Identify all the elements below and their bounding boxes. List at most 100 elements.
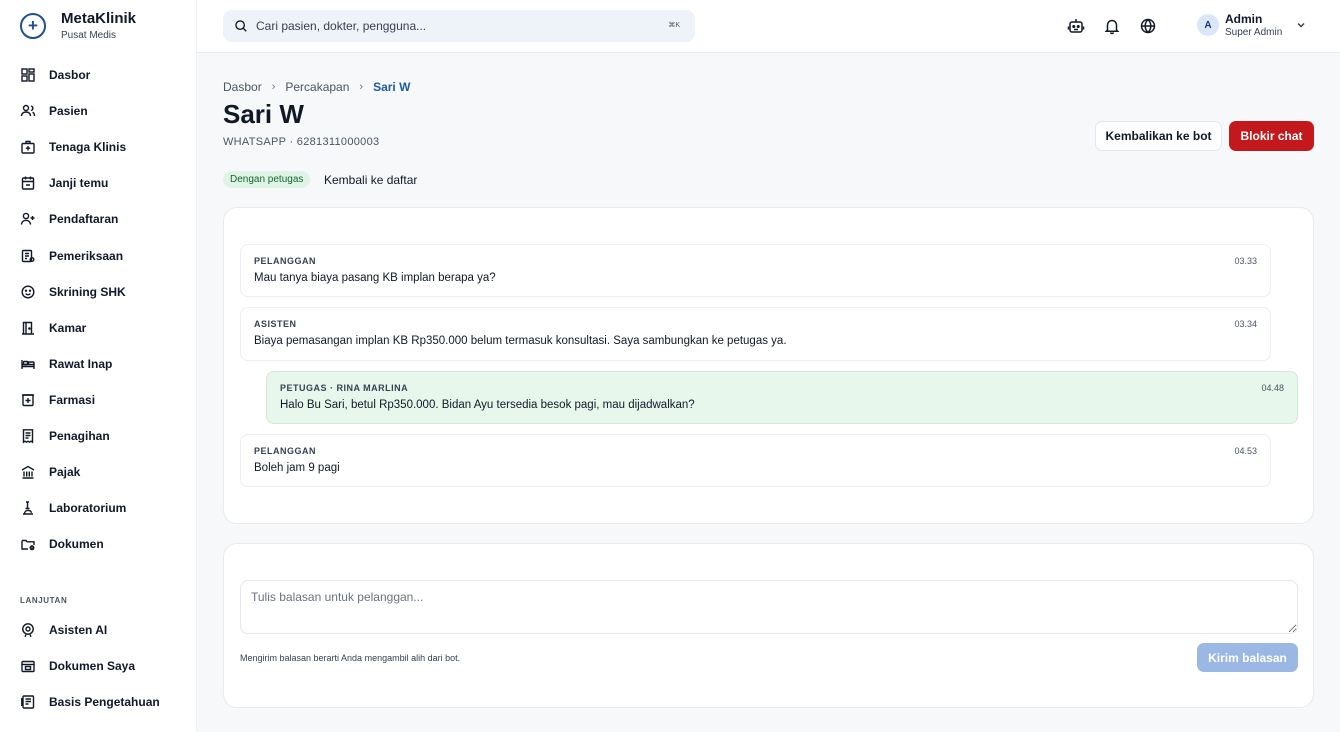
bed-icon xyxy=(21,359,35,369)
sidebar-item-tenaga-klinis[interactable]: Tenaga Klinis xyxy=(0,129,196,165)
sidebar-item-pajak[interactable]: Pajak xyxy=(0,454,196,490)
sidebar-item-dokumen-saya[interactable]: Dokumen Saya xyxy=(0,648,196,684)
breadcrumb-current: Sari W xyxy=(373,80,411,94)
sidebar-item-label: Pajak xyxy=(49,465,81,480)
sidebar-section-label: LANJUTAN xyxy=(20,596,68,605)
send-reply-button[interactable]: Kirim balasan xyxy=(1197,643,1298,672)
back-to-list-link[interactable]: Kembali ke daftar xyxy=(324,173,417,187)
sidebar-item-label: Skrining SHK xyxy=(49,284,126,299)
sidebar-item-label: Pemeriksaan xyxy=(49,248,124,263)
sidebar-item-label: Pendaftaran xyxy=(49,212,119,227)
message-customer: PELANGGAN 03.33 Mau tanya biaya pasang K… xyxy=(240,244,1271,297)
reply-textarea[interactable] xyxy=(240,580,1298,634)
sidebar-item-label: Basis Pengetahuan xyxy=(49,695,160,710)
globe-icon[interactable] xyxy=(1139,17,1157,35)
sidebar-item-pendaftaran[interactable]: Pendaftaran xyxy=(0,201,196,237)
conversation-card: PELANGGAN 03.33 Mau tanya biaya pasang K… xyxy=(223,207,1314,524)
calendar-icon xyxy=(21,176,35,191)
search-icon xyxy=(235,20,247,32)
message-text: Mau tanya biaya pasang KB implan berapa … xyxy=(254,272,496,284)
sidebar-item-label: Dokumen xyxy=(49,537,104,552)
sidebar-item-label: Pasien xyxy=(49,104,88,119)
sidebar-item-label: Kamar xyxy=(49,320,87,335)
message-assistant: ASISTEN 03.34 Biaya pemasangan implan KB… xyxy=(240,307,1271,361)
sidebar-item-label: Penagihan xyxy=(49,428,110,443)
sidebar-item-label: Janji temu xyxy=(49,176,109,191)
page-subtitle: WHATSAPP · 6281311000003 xyxy=(223,136,380,148)
dashboard-icon xyxy=(21,68,35,82)
page-title: Sari W xyxy=(223,99,304,129)
search-shortcut-hint: ⌘K xyxy=(668,22,680,29)
sidebar-item-dasbor[interactable]: Dasbor xyxy=(0,57,196,93)
sidebar-item-rawat-inap[interactable]: Rawat Inap xyxy=(0,346,196,382)
microscope-icon xyxy=(23,501,33,515)
folder-icon xyxy=(21,540,35,551)
sidebar-item-farmasi[interactable]: Farmasi xyxy=(0,382,196,418)
sidebar-item-label: Rawat Inap xyxy=(49,356,113,371)
message-time: 03.33 xyxy=(1234,256,1257,266)
sidebar-item-basis-pengetahuan[interactable]: Basis Pengetahuan xyxy=(0,684,196,720)
search-box[interactable]: ⌘K xyxy=(223,10,695,42)
ai-icon xyxy=(22,623,34,638)
chevron-down-icon xyxy=(1297,22,1305,28)
message-time: 04.48 xyxy=(1261,383,1284,393)
breadcrumb-dasbor[interactable]: Dasbor xyxy=(223,80,262,94)
message-time: 04.53 xyxy=(1234,446,1257,456)
sidebar-item-penagihan[interactable]: Penagihan xyxy=(0,418,196,454)
clipboard-icon xyxy=(21,249,35,262)
brand-name: MetaKlinik xyxy=(61,10,137,27)
search-input[interactable] xyxy=(256,19,656,33)
plus-circle-logo-icon: + xyxy=(20,12,46,39)
message-text: Boleh jam 9 pagi xyxy=(254,462,340,474)
sidebar-item-skrining-shk[interactable]: Skrining SHK xyxy=(0,274,196,310)
reply-hint: Mengirim balasan berarti Anda mengambil … xyxy=(240,653,461,663)
sidebar-item-pasien[interactable]: Pasien xyxy=(0,93,196,129)
message-text: Biaya pemasangan implan KB Rp350.000 bel… xyxy=(254,335,787,347)
status-badge: Dengan petugas xyxy=(223,171,311,188)
bank-icon xyxy=(21,465,35,479)
sidebar-advanced-nav: Asisten AI Dokumen Saya Basis Pengetahua… xyxy=(0,612,196,720)
sidebar-item-label: Dokumen Saya xyxy=(49,659,136,674)
knowledge-base-icon xyxy=(21,695,35,709)
users-icon xyxy=(20,104,36,117)
chevron-right-icon: › xyxy=(359,81,364,93)
sidebar-item-asisten-ai[interactable]: Asisten AI xyxy=(0,612,196,648)
medical-bag-icon xyxy=(21,141,35,154)
brand[interactable]: + MetaKlinik Pusat Medis xyxy=(20,10,136,41)
sidebar-item-kamar[interactable]: Kamar xyxy=(0,310,196,346)
message-sender: PETUGAS · RINA MARLINA xyxy=(280,383,409,393)
message-sender: PELANGGAN xyxy=(254,256,317,266)
message-text: Halo Bu Sari, betul Rp350.000. Bidan Ayu… xyxy=(280,399,695,411)
breadcrumb: Dasbor › Percakapan › Sari W xyxy=(223,80,410,94)
breadcrumb-percakapan[interactable]: Percakapan xyxy=(285,80,349,94)
receipt-icon xyxy=(22,429,34,444)
sidebar-nav: Dasbor Pasien Tenaga Klinis Janji temu P… xyxy=(0,57,196,562)
baby-face-icon xyxy=(21,285,35,299)
sidebar-item-janji-temu[interactable]: Janji temu xyxy=(0,165,196,201)
sidebar-item-label: Dasbor xyxy=(49,68,91,83)
message-sender: PELANGGAN xyxy=(254,446,317,456)
message-staff: PETUGAS · RINA MARLINA 04.48 Halo Bu Sar… xyxy=(266,371,1298,424)
brand-subtitle: Pusat Medis xyxy=(61,30,117,41)
bell-icon[interactable] xyxy=(1103,17,1121,35)
message-sender: ASISTEN xyxy=(254,319,297,329)
user-role: Super Admin xyxy=(1225,27,1283,38)
user-name: Admin xyxy=(1225,12,1263,26)
chevron-right-icon: › xyxy=(271,81,276,93)
sidebar-item-label: Farmasi xyxy=(49,392,96,407)
pharmacy-icon xyxy=(22,394,34,407)
reply-card: Mengirim balasan berarti Anda mengambil … xyxy=(223,543,1314,708)
sidebar-item-pemeriksaan[interactable]: Pemeriksaan xyxy=(0,237,196,273)
avatar: A xyxy=(1197,14,1219,36)
sidebar-item-label: Laboratorium xyxy=(49,501,127,516)
sidebar-item-dokumen[interactable]: Dokumen xyxy=(0,526,196,562)
user-menu[interactable]: A Admin Super Admin xyxy=(1197,12,1307,38)
message-time: 03.34 xyxy=(1234,319,1257,329)
block-chat-button[interactable]: Blokir chat xyxy=(1229,121,1314,151)
sidebar-item-laboratorium[interactable]: Laboratorium xyxy=(0,490,196,526)
sidebar-item-label: Asisten AI xyxy=(49,623,108,638)
return-to-bot-button[interactable]: Kembalikan ke bot xyxy=(1095,121,1222,151)
user-plus-icon xyxy=(20,213,35,225)
sidebar-item-label: Tenaga Klinis xyxy=(49,140,127,155)
robot-icon[interactable] xyxy=(1067,17,1085,35)
